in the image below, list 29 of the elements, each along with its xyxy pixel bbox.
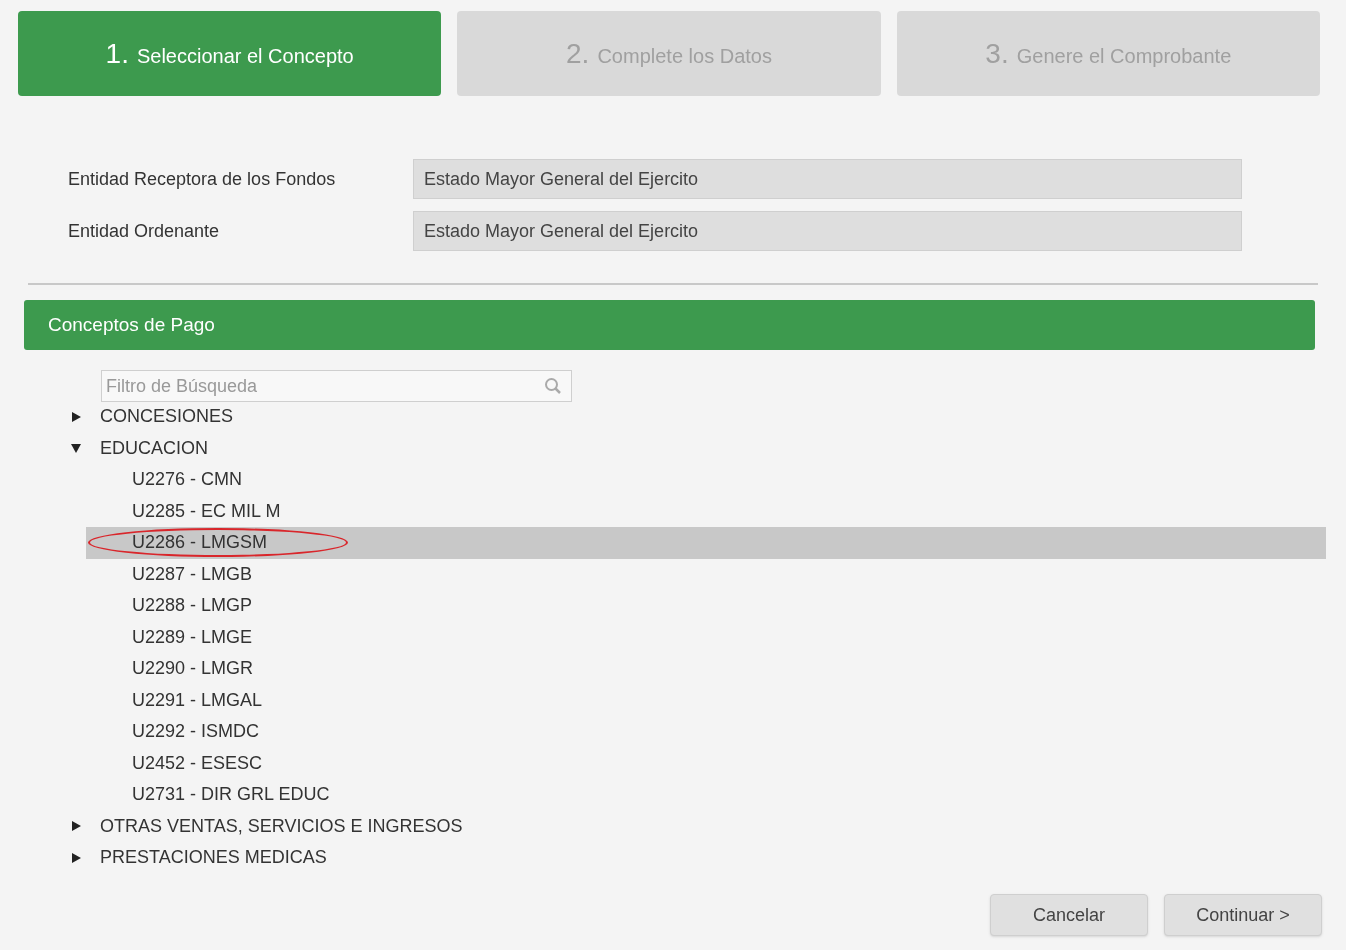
caret-right-icon[interactable] xyxy=(70,851,82,864)
search-icon xyxy=(544,377,562,395)
cancel-button[interactable]: Cancelar xyxy=(990,894,1148,936)
tree-item[interactable]: CONCESIONES xyxy=(100,403,234,431)
tree-item[interactable]: U2291 - LMGAL xyxy=(132,686,263,714)
tree-item[interactable]: U2286 - LMGSM xyxy=(132,529,268,557)
tree-item[interactable]: U2731 - DIR GRL EDUC xyxy=(132,781,330,809)
tree-item[interactable]: PRESTACIONES MEDICAS xyxy=(100,844,327,872)
search-field[interactable]: Filtro de Búsqueda xyxy=(101,370,572,402)
tree-item[interactable]: U2287 - LMGB xyxy=(132,560,253,588)
tree-item[interactable]: OTRAS VENTAS, SERVICIOS E INGRESOS xyxy=(100,812,463,840)
tree-item[interactable]: U2285 - EC MIL M xyxy=(132,497,281,525)
tree-item[interactable]: U2276 - CMN xyxy=(132,466,243,494)
tree-item[interactable]: U2290 - LMGR xyxy=(132,655,254,683)
field-label: Entidad Receptora de los Fondos xyxy=(68,167,337,191)
step-tab[interactable]: 1. Seleccionar el Concepto xyxy=(18,11,442,96)
text-field[interactable]: Estado Mayor General del Ejercito xyxy=(413,159,1242,199)
tree-item[interactable]: EDUCACION xyxy=(100,434,208,462)
continue-button[interactable]: Continuar > xyxy=(1164,894,1322,936)
tree-item[interactable]: U2292 - ISMDC xyxy=(132,718,260,746)
panel-header: Conceptos de Pago xyxy=(24,300,1315,350)
tree-item[interactable]: U2289 - LMGE xyxy=(132,623,253,651)
field-label: Entidad Ordenante xyxy=(68,219,221,243)
text-field[interactable]: Estado Mayor General del Ejercito xyxy=(413,211,1242,251)
tree-item[interactable]: U2452 - ESESC xyxy=(132,749,263,777)
caret-right-icon[interactable] xyxy=(70,410,82,423)
caret-down-icon[interactable] xyxy=(70,442,82,455)
tree-item[interactable]: U2288 - LMGP xyxy=(132,592,253,620)
caret-right-icon[interactable] xyxy=(70,820,82,833)
